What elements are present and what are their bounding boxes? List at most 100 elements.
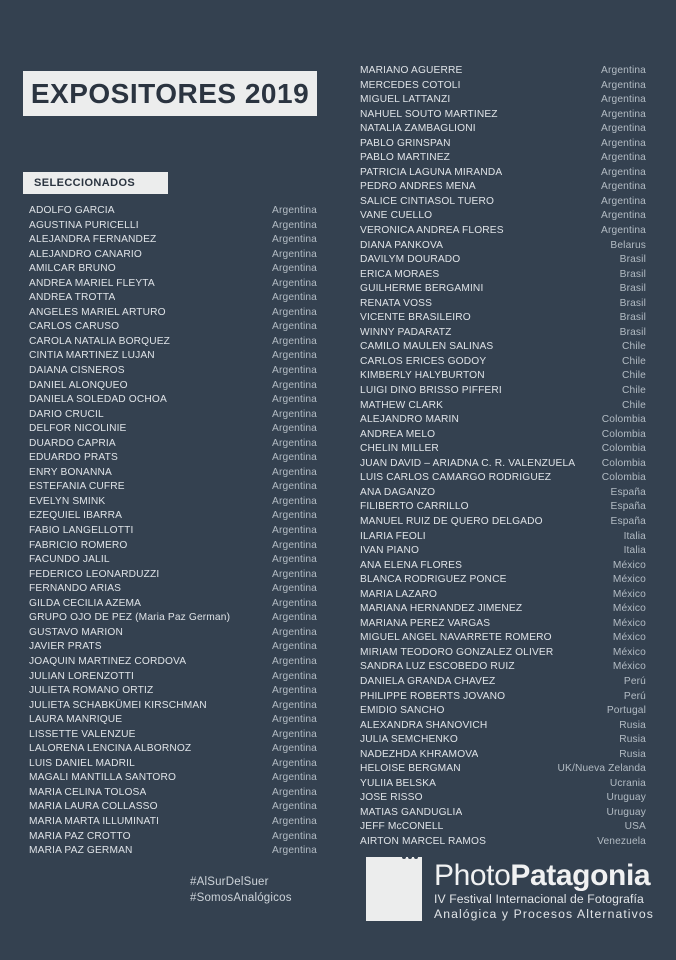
exhibitor-name: JOAQUIN MARTINEZ CORDOVA — [29, 655, 187, 667]
exhibitor-row: ALEJANDRA FERNANDEZ Argentina — [29, 233, 317, 248]
exhibitor-name: EVELYN SMINK — [29, 495, 106, 507]
exhibitor-country: Argentina — [601, 65, 646, 76]
exhibitor-row: MARIA CELINA TOLOSA Argentina — [29, 786, 317, 801]
exhibitor-row: NATALIA ZAMBAGLIONI Argentina — [360, 122, 646, 137]
exhibitor-name: NADEZHDA KHRAMOVA — [360, 748, 479, 760]
exhibitor-row: GUILHERME BERGAMINI Brasil — [360, 282, 646, 297]
exhibitor-row: PEDRO ANDRES MENA Argentina — [360, 180, 646, 195]
exhibitor-name: CAROLA NATALIA BORQUEZ — [29, 335, 171, 347]
exhibitor-country: Brasil — [619, 297, 646, 309]
exhibitor-country: Argentina — [272, 699, 317, 711]
exhibitor-name: MANUEL RUIZ DE QUERO DELGADO — [360, 515, 543, 527]
logo-brand-patagonia: Patagonia — [510, 859, 651, 892]
exhibitor-country: Argentina — [272, 234, 317, 246]
exhibitor-row: CHELIN MILLER Colombia — [360, 442, 646, 457]
exhibitor-name: JAVIER PRATS — [29, 641, 102, 653]
exhibitor-row: MARIANA HERNANDEZ JIMENEZ México — [360, 602, 646, 617]
exhibitor-country: Argentina — [272, 481, 317, 493]
exhibitor-name: YULIIA BELSKA — [360, 777, 437, 789]
exhibitor-row: PABLO MARTINEZ Argentina — [360, 151, 646, 166]
exhibitor-country: Argentina — [272, 292, 317, 304]
exhibitor-name: AGUSTINA PURICELLI — [29, 219, 139, 231]
exhibitor-name: LISSETTE VALENZUE — [29, 728, 136, 740]
exhibitor-name: MIGUEL LATTANZI — [360, 94, 451, 106]
exhibitor-country: Brasil — [619, 283, 646, 295]
exhibitor-name: MARIA PAZ CROTTO — [29, 830, 131, 842]
exhibitor-name: DELFOR NICOLINIE — [29, 423, 127, 435]
exhibitor-country: Uruguay — [606, 806, 646, 818]
exhibitor-name: EDUARDO PRATS — [29, 452, 118, 464]
exhibitor-name: ERICA MORAES — [360, 268, 440, 280]
exhibitor-country: UK/Nueva Zelanda — [557, 763, 646, 775]
exhibitor-country: Argentina — [272, 830, 317, 842]
exhibitor-row: AIRTON MARCEL RAMOS Venezuela — [360, 835, 646, 850]
exhibitor-country: Argentina — [272, 801, 317, 813]
exhibitor-row: ENRY BONANNA Argentina — [29, 466, 317, 481]
exhibitor-country: México — [612, 588, 646, 600]
exhibitor-country: Argentina — [272, 641, 317, 653]
exhibitor-row: MARIA LAZARO México — [360, 588, 646, 603]
exhibitor-row: CAMILO MAULEN SALINAS Chile — [360, 340, 646, 355]
exhibitor-row: SALICE CINTIASOL TUERO Argentina — [360, 195, 646, 210]
exhibitor-country: Argentina — [272, 321, 317, 333]
exhibitor-row: ERICA MORAES Brasil — [360, 268, 646, 283]
exhibitor-row: VANE CUELLO Argentina — [360, 209, 646, 224]
exhibitor-country: Argentina — [272, 714, 317, 726]
exhibitor-row: LUIGI DINO BRISSO PIFFERI Chile — [360, 384, 646, 399]
exhibitor-name: FABIO LANGELLOTTI — [29, 525, 134, 537]
exhibitor-country: Argentina — [272, 365, 317, 377]
exhibitor-row: MANUEL RUIZ DE QUERO DELGADO España — [360, 515, 646, 530]
exhibitor-name: GUSTAVO MARION — [29, 626, 123, 638]
exhibitor-name: ANA ELENA FLORES — [360, 559, 463, 571]
exhibitor-country: Argentina — [272, 335, 317, 347]
exhibitor-country: Argentina — [272, 568, 317, 580]
exhibitor-row: EZEQUIEL IBARRA Argentina — [29, 509, 317, 524]
exhibitor-name: MATIAS GANDUGLIA — [360, 806, 463, 818]
exhibitor-name: JOSE RISSO — [360, 792, 423, 804]
exhibitor-row: JOSE RISSO Uruguay — [360, 791, 646, 806]
exhibitor-row: WINNY PADARATZ Brasil — [360, 326, 646, 341]
exhibitor-row: CINTIA MARTINEZ LUJAN Argentina — [29, 349, 317, 364]
exhibitor-country: Argentina — [272, 845, 317, 857]
exhibitor-name: EZEQUIEL IBARRA — [29, 510, 123, 522]
exhibitor-name: JUAN DAVID – ARIADNA C. R. VALENZUELA — [360, 457, 576, 469]
exhibitors-list-right: MARIANO AGUERRE Argentina MERCEDES COTOLI A… — [360, 64, 646, 850]
logo-subtitle-line1: IV Festival Internacional de Fotografía — [434, 892, 644, 906]
exhibitor-name: DANIEL ALONQUEO — [29, 379, 128, 391]
exhibitor-name: MARIANA HERNANDEZ JIMENEZ — [360, 603, 523, 615]
exhibitor-row: JOAQUIN MARTINEZ CORDOVA Argentina — [29, 655, 317, 670]
exhibitor-name: DAIANA CISNEROS — [29, 365, 125, 377]
exhibitor-country: Argentina — [272, 685, 317, 697]
exhibitor-row: FILIBERTO CARRILLO España — [360, 500, 646, 515]
exhibitor-country: Argentina — [601, 79, 646, 91]
exhibitor-name: FABRICIO ROMERO — [29, 539, 128, 551]
exhibitor-name: MARIA PAZ GERMAN — [29, 845, 133, 857]
exhibitor-country: Argentina — [272, 786, 317, 798]
exhibitor-row: VICENTE BRASILEIRO Brasil — [360, 311, 646, 326]
exhibitor-row: GUSTAVO MARION Argentina — [29, 626, 317, 641]
exhibitor-row: BLANCA RODRIGUEZ PONCE México — [360, 573, 646, 588]
exhibitor-name: JEFF McCONELL — [360, 821, 444, 833]
exhibitor-name: EMIDIO SANCHO — [360, 705, 445, 717]
exhibitor-name: ALEJANDRO MARIN — [360, 414, 460, 426]
exhibitor-country: USA — [624, 821, 646, 833]
exhibitor-country: Argentina — [601, 181, 646, 193]
exhibitor-name: CARLOS CARUSO — [29, 321, 120, 333]
exhibitor-name: VANE CUELLO — [360, 210, 433, 222]
exhibitor-name: PATRICIA LAGUNA MIRANDA — [360, 166, 503, 178]
exhibitor-row: JEFF McCONELL USA — [360, 820, 646, 835]
exhibitor-country: Italia — [623, 530, 646, 542]
exhibitor-row: YULIIA BELSKA Ucrania — [360, 777, 646, 792]
exhibitor-row: KIMBERLY HALYBURTON Chile — [360, 369, 646, 384]
exhibitor-country: Argentina — [601, 123, 646, 135]
exhibitor-country: Portugal — [606, 705, 646, 717]
exhibitor-country: Argentina — [272, 219, 317, 231]
exhibitor-row: LISSETTE VALENZUE Argentina — [29, 728, 317, 743]
exhibitor-country: Argentina — [272, 423, 317, 435]
exhibitor-name: ILARIA FEOLI — [360, 530, 426, 542]
exhibitor-row: JUAN DAVID – ARIADNA C. R. VALENZUELA Col… — [360, 457, 646, 472]
exhibitor-row: ANGELES MARIEL ARTURO Argentina — [29, 306, 317, 321]
exhibitor-name: AIRTON MARCEL RAMOS — [360, 835, 487, 847]
exhibitor-country: Argentina — [601, 195, 646, 207]
exhibitor-country: Argentina — [272, 350, 317, 362]
